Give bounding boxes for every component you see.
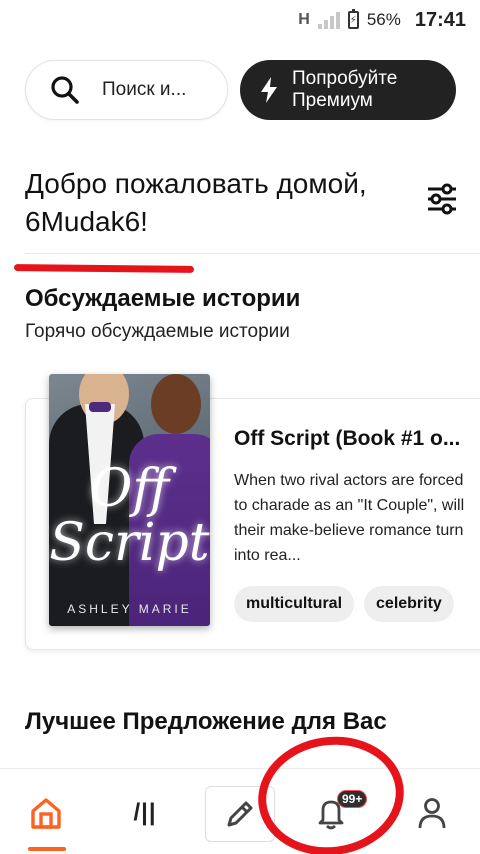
divider: [25, 253, 480, 254]
cover-author: ASHLEY MARIE: [67, 602, 192, 616]
profile-icon: [418, 798, 446, 829]
try-premium-button[interactable]: Попробуйте Премиум: [240, 60, 456, 120]
pencil-icon: [227, 801, 253, 827]
bottom-navigation: /||: [0, 768, 480, 854]
cover-figure-head: [151, 374, 201, 434]
battery-icon: ⚡: [347, 9, 359, 29]
nav-home-indicator: [28, 847, 66, 851]
filter-settings-icon[interactable]: [426, 183, 458, 215]
section-subtitle: Горячо обсуждаемые истории: [25, 321, 290, 342]
lightning-icon: [261, 77, 277, 103]
library-icon: /||: [133, 799, 157, 826]
tag-chip[interactable]: multicultural: [234, 586, 355, 622]
nav-home[interactable]: [18, 785, 74, 841]
offer-section-title: Лучшее Предложение для Вас: [25, 708, 387, 735]
battery-level: 56%: [366, 10, 401, 29]
status-bar: H ⚡ 56% 17:41: [0, 0, 480, 40]
signal-icon: [317, 11, 340, 29]
cover-bow-tie: [89, 402, 111, 412]
home-icon: [31, 798, 61, 829]
network-type: H: [298, 11, 310, 28]
premium-label: Попробуйте Премиум: [292, 68, 398, 111]
nav-library[interactable]: /||: [117, 785, 173, 841]
story-description: When two rival actors are forced to char…: [234, 472, 465, 564]
clock: 17:41: [414, 8, 466, 31]
annotation-underline: [13, 264, 195, 273]
greeting-title: Добро пожаловать домой, 6Mudak6!: [25, 168, 367, 237]
story-title[interactable]: Off Script (Book #1 o...: [234, 427, 480, 451]
search-label: Поиск и...: [102, 79, 187, 100]
book-cover[interactable]: Off Script ASHLEY MARIE: [49, 374, 210, 626]
nav-profile[interactable]: [404, 785, 460, 841]
cover-title: Off Script: [49, 459, 210, 573]
tag-list: multicultural celebrity: [234, 586, 454, 622]
search-icon: [51, 76, 79, 104]
section-title: Обсуждаемые истории: [25, 285, 301, 312]
search-button[interactable]: Поиск и...: [25, 60, 228, 120]
tag-chip[interactable]: celebrity: [364, 586, 454, 622]
